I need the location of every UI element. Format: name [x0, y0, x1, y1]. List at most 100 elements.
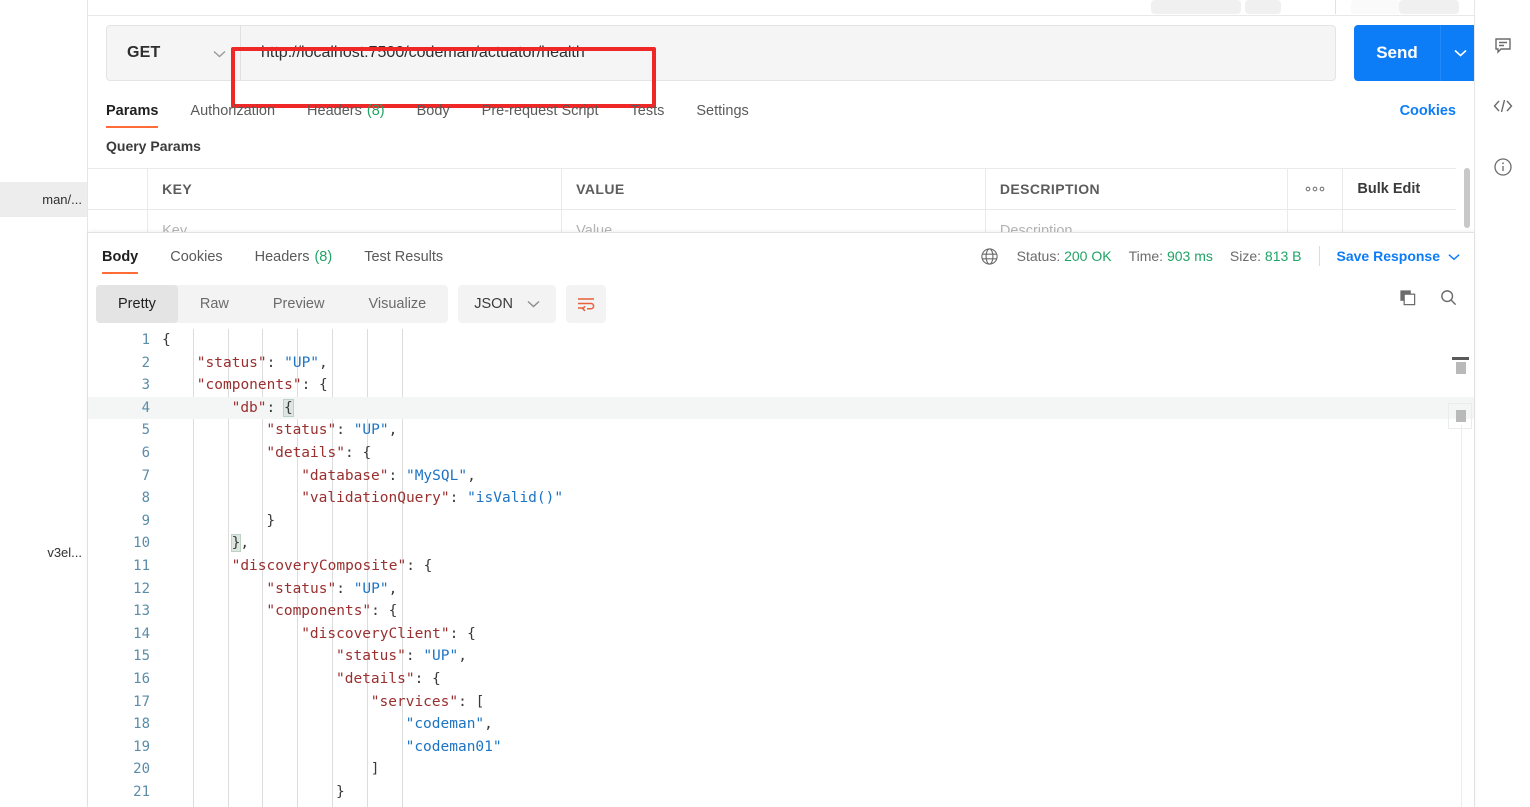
- code-line: 2"status": "UP",: [88, 352, 1474, 375]
- status-label: Status:: [1017, 248, 1061, 264]
- response-meta: Status: 200 OK Time: 903 ms Size: 813 B …: [980, 241, 1460, 271]
- word-wrap-icon[interactable]: [566, 285, 606, 323]
- row-value-input[interactable]: Value: [562, 210, 986, 232]
- ghost-button-3[interactable]: [1351, 0, 1399, 14]
- ghost-button-1[interactable]: [1151, 0, 1241, 14]
- view-mode-raw[interactable]: Raw: [178, 285, 251, 323]
- line-number: 11: [88, 555, 150, 578]
- code-text: "components": {: [197, 374, 328, 397]
- line-number: 10: [88, 532, 150, 555]
- line-number: 14: [88, 623, 150, 646]
- code-text: ]: [371, 758, 380, 781]
- code-line: 13"components": {: [88, 600, 1474, 623]
- response-tab-headers[interactable]: Headers (8): [239, 240, 349, 274]
- chevron-down-icon: [1448, 248, 1460, 264]
- tab-label: Headers: [307, 103, 362, 119]
- code-text: "discoveryClient": {: [301, 623, 476, 646]
- tab-body[interactable]: Body: [401, 94, 466, 128]
- response-tab-body[interactable]: Body: [102, 240, 154, 274]
- row-description-input[interactable]: Description: [986, 210, 1288, 232]
- code-lines: 1{2"status": "UP",3"components": {4"db":…: [88, 329, 1474, 807]
- bulk-edit-button[interactable]: Bulk Edit: [1343, 169, 1456, 209]
- scrollbar-thumb[interactable]: [1456, 362, 1466, 374]
- time-badge: Time: 903 ms: [1129, 248, 1213, 264]
- code-text: },: [232, 532, 249, 555]
- info-icon[interactable]: [1475, 147, 1530, 187]
- format-label: JSON: [474, 296, 513, 312]
- tab-headers[interactable]: Headers (8): [291, 94, 401, 128]
- code-text: "codeman01": [406, 736, 502, 759]
- code-line: 9}: [88, 510, 1474, 533]
- sidebar-item-0[interactable]: man/...: [0, 182, 88, 216]
- code-line: 10},: [88, 532, 1474, 555]
- code-text: "database": "MySQL",: [301, 465, 476, 488]
- cookies-link[interactable]: Cookies: [1400, 94, 1456, 128]
- send-options-chevron-icon[interactable]: [1441, 25, 1474, 81]
- tab-label: Cookies: [170, 249, 222, 265]
- code-icon[interactable]: [1475, 86, 1530, 126]
- code-line: 6"details": {: [88, 442, 1474, 465]
- view-mode-preview[interactable]: Preview: [251, 285, 347, 323]
- status-value: 200 OK: [1064, 248, 1111, 264]
- more-options-icon[interactable]: [1288, 169, 1343, 209]
- view-mode-pretty[interactable]: Pretty: [96, 285, 178, 323]
- sidebar-divider: [0, 216, 88, 217]
- row-checkbox-cell[interactable]: [88, 210, 148, 232]
- ghost-button-2[interactable]: [1245, 0, 1281, 14]
- tab-tests[interactable]: Tests: [615, 94, 681, 128]
- response-tab-test-results[interactable]: Test Results: [348, 240, 459, 274]
- line-number: 1: [88, 329, 150, 352]
- code-scrollbar-track[interactable]: [1461, 425, 1462, 807]
- postman-window: man/... v3el...: [0, 0, 1530, 807]
- send-button-label: Send: [1354, 25, 1441, 81]
- method-label: GET: [127, 44, 161, 62]
- method-selector[interactable]: GET: [107, 26, 241, 80]
- size-badge: Size: 813 B: [1230, 248, 1302, 264]
- code-line: 5"status": "UP",: [88, 419, 1474, 442]
- view-mode-group: Pretty Raw Preview Visualize: [96, 285, 448, 323]
- code-text: "codeman",: [406, 713, 493, 736]
- request-pane: GET http://localhost:7500/codeman/actuat…: [88, 0, 1474, 232]
- line-number: 3: [88, 374, 150, 397]
- line-number: 8: [88, 487, 150, 510]
- status-badge: Status: 200 OK: [1017, 248, 1112, 264]
- row-spacer-2: [1343, 210, 1456, 232]
- format-selector[interactable]: JSON: [458, 285, 556, 323]
- code-text: "services": [: [371, 691, 485, 714]
- response-tabs: Body Cookies Headers (8) Test Results: [102, 240, 459, 274]
- code-text: "discoveryComposite": {: [232, 555, 433, 578]
- copy-icon[interactable]: [1398, 288, 1417, 312]
- params-scrollbar[interactable]: [1464, 168, 1470, 228]
- tab-label: Body: [102, 249, 138, 265]
- code-line: 18 "codeman",: [88, 713, 1474, 736]
- code-line: 20]: [88, 758, 1474, 781]
- search-icon[interactable]: [1439, 288, 1458, 312]
- comment-icon[interactable]: [1475, 26, 1530, 66]
- tab-label: Headers: [255, 249, 310, 265]
- line-number: 9: [88, 510, 150, 533]
- response-body-code[interactable]: 1{2"status": "UP",3"components": {4"db":…: [88, 329, 1474, 807]
- code-line: 7"database": "MySQL",: [88, 465, 1474, 488]
- line-number: 18: [88, 713, 150, 736]
- code-line: 1{: [88, 329, 1474, 352]
- code-line: 11 "discoveryComposite": {: [88, 555, 1474, 578]
- tab-params[interactable]: Params: [106, 94, 174, 128]
- ghost-button-4[interactable]: [1399, 0, 1459, 14]
- size-label: Size:: [1230, 248, 1261, 264]
- select-all-checkbox-cell[interactable]: [88, 169, 148, 209]
- tab-authorization[interactable]: Authorization: [174, 94, 291, 128]
- tab-label: Pre-request Script: [482, 103, 599, 119]
- meta-divider: [1319, 246, 1320, 266]
- code-text: "status": "UP",: [336, 645, 467, 668]
- tab-pre-request-script[interactable]: Pre-request Script: [466, 94, 615, 128]
- send-button[interactable]: Send: [1354, 25, 1474, 81]
- response-tab-cookies[interactable]: Cookies: [154, 240, 238, 274]
- row-key-input[interactable]: Key: [148, 210, 562, 232]
- tab-settings[interactable]: Settings: [680, 94, 764, 128]
- scrollbar-marker: [1456, 410, 1466, 422]
- sidebar-item-1[interactable]: v3el...: [0, 535, 88, 569]
- code-text: {: [162, 329, 171, 352]
- view-mode-visualize[interactable]: Visualize: [346, 285, 448, 323]
- save-response-button[interactable]: Save Response: [1337, 248, 1461, 264]
- url-input[interactable]: http://localhost:7500/codeman/actuator/h…: [241, 26, 1335, 80]
